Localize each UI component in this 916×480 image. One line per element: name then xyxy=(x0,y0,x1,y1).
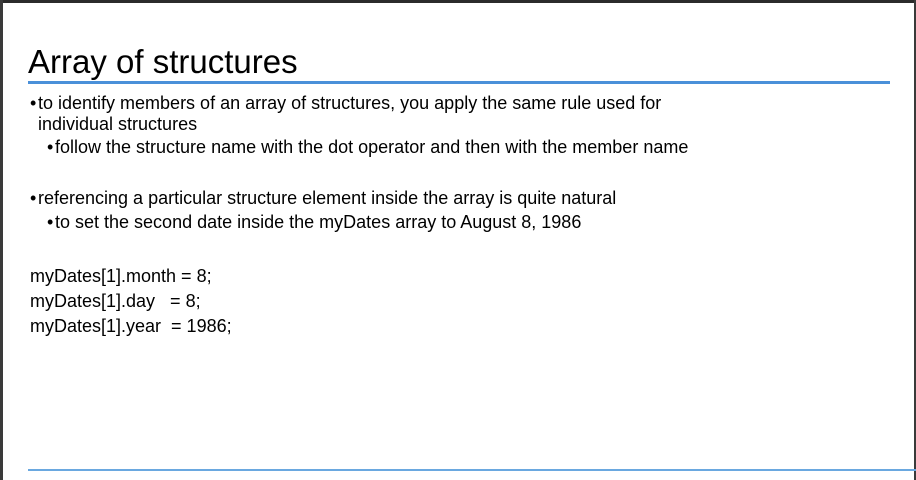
bullet-text: to set the second date inside the myDate… xyxy=(55,212,582,232)
bullet-item-1: •to identify members of an array of stru… xyxy=(30,92,661,114)
window-top-border xyxy=(0,0,916,3)
bullet-text: individual structures xyxy=(38,114,198,134)
bullet-glyph: • xyxy=(47,137,54,157)
bullet-text: follow the structure name with the dot o… xyxy=(55,137,689,157)
bullet-glyph: • xyxy=(30,188,37,208)
bullet-item-2: •referencing a particular structure elem… xyxy=(30,187,616,209)
bullet-glyph: • xyxy=(47,212,54,232)
title-underline xyxy=(28,81,890,84)
code-line-year: myDates[1].year = 1986; xyxy=(30,316,232,336)
code-line-day: myDates[1].day = 8; xyxy=(30,291,201,311)
slide-title: Array of structures xyxy=(28,43,298,80)
window-left-border xyxy=(0,0,3,480)
bullet-text: to identify members of an array of struc… xyxy=(38,93,662,113)
bullet-item-1-continuation: individual structures xyxy=(38,113,197,135)
footer-divider xyxy=(28,469,916,471)
bullet-text: referencing a particular structure eleme… xyxy=(38,188,617,208)
code-line-month: myDates[1].month = 8; xyxy=(30,266,212,286)
sub-bullet-item-1: •follow the structure name with the dot … xyxy=(47,136,688,158)
sub-bullet-item-2: •to set the second date inside the myDat… xyxy=(47,211,581,233)
bullet-glyph: • xyxy=(30,93,37,113)
